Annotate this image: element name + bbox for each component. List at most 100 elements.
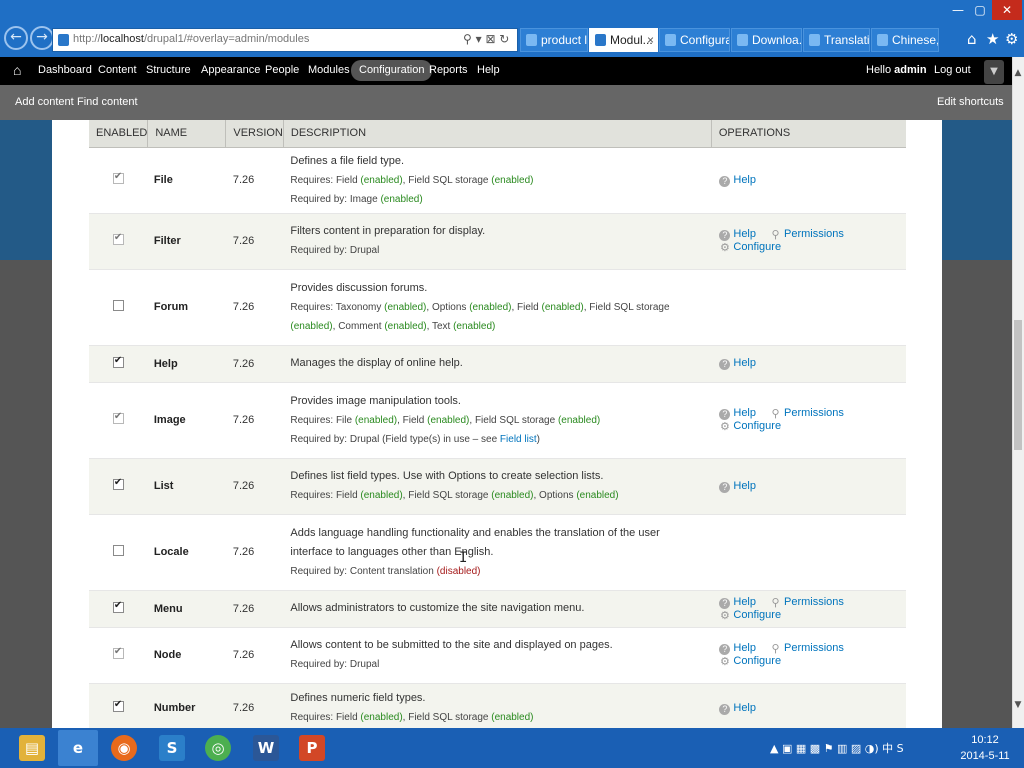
status-enabled: (enabled) xyxy=(491,174,534,186)
help-link[interactable]: ? Help xyxy=(719,642,756,655)
description-text: Provides discussion forums. xyxy=(290,281,428,294)
favorites-icon[interactable]: ★ xyxy=(986,30,999,48)
tools-icon[interactable]: ⚙ xyxy=(1005,30,1018,48)
module-version: 7.26 xyxy=(225,514,284,591)
dependency-line: Required by: Drupal (Field type(s) in us… xyxy=(290,430,703,449)
module-row-image: Image7.26Provides image manipulation too… xyxy=(89,382,906,459)
file-explorer-icon[interactable]: ▤ xyxy=(12,730,52,766)
module-enabled-checkbox[interactable] xyxy=(112,411,124,424)
help-link[interactable]: ? Help xyxy=(719,228,756,241)
permissions-link[interactable]: ⚲ Permissions xyxy=(770,407,843,420)
forward-button[interactable]: → xyxy=(30,26,54,50)
help-link[interactable]: ? Help xyxy=(719,480,756,493)
tab-favicon-icon xyxy=(665,34,676,46)
module-enabled-checkbox[interactable] xyxy=(112,355,124,368)
toolbar-reports[interactable]: Reports xyxy=(429,64,468,76)
toolbar-appearance[interactable]: Appearance xyxy=(201,64,260,76)
module-enabled-checkbox[interactable] xyxy=(112,171,124,184)
module-description: Manages the display of online help. xyxy=(283,345,712,383)
module-enabled-checkbox[interactable] xyxy=(112,545,124,556)
configure-link[interactable]: ⚙ Configure xyxy=(719,655,781,668)
status-enabled: (enabled) xyxy=(360,174,403,186)
status-enabled: (enabled) xyxy=(384,320,427,332)
toolbar-content[interactable]: Content xyxy=(98,64,137,76)
address-controls[interactable]: ⚲ ▾ ⊠ ↻ xyxy=(463,32,509,46)
restore-button[interactable]: ▢ xyxy=(968,0,992,20)
toolbar-modules[interactable]: Modules xyxy=(308,64,350,76)
status-enabled: (enabled) xyxy=(453,320,496,332)
description-text: Provides image manipulation tools. xyxy=(290,394,461,407)
home-icon[interactable]: ⌂ xyxy=(967,30,977,48)
word-icon[interactable]: W xyxy=(246,730,286,766)
help-icon: ? xyxy=(719,409,731,420)
dependency-line: Requires: Field (enabled), Field SQL sto… xyxy=(290,486,703,505)
dependency-text: Required by: Image xyxy=(290,193,381,205)
app-glyph: W xyxy=(253,735,279,761)
hello-text: Hello admin xyxy=(866,64,927,76)
dependency-line: Requires: Field (enabled), Field SQL sto… xyxy=(290,708,703,727)
help-link[interactable]: ? Help xyxy=(719,596,756,609)
configure-link[interactable]: ⚙ Configure xyxy=(719,420,781,433)
shortcut-find-content[interactable]: Find content xyxy=(77,96,138,108)
help-link[interactable]: ? Help xyxy=(719,702,756,715)
shortcut-add-content[interactable]: Add content xyxy=(15,96,74,108)
browser-tab[interactable]: Configura... xyxy=(659,28,730,52)
help-link[interactable]: ? Help xyxy=(719,407,756,420)
clock[interactable]: 10:12 2014-5-11 xyxy=(955,732,1015,764)
logout-link[interactable]: Log out xyxy=(934,64,971,76)
module-enabled-checkbox[interactable] xyxy=(112,600,124,613)
status-enabled: (enabled) xyxy=(384,301,427,313)
toolbar-structure[interactable]: Structure xyxy=(146,64,191,76)
field-list-link[interactable]: Field list xyxy=(500,434,537,445)
tab-label: Downloa... xyxy=(752,33,802,47)
module-enabled-checkbox[interactable] xyxy=(112,232,124,245)
browser-tab[interactable]: Downloa... xyxy=(731,28,802,52)
chrome-icon[interactable]: ◎ xyxy=(198,730,238,766)
toolbar-configuration[interactable]: Configuration xyxy=(351,60,433,81)
module-enabled-checkbox[interactable] xyxy=(112,699,124,712)
internet-explorer-icon[interactable]: e xyxy=(58,730,98,766)
browser-tab[interactable]: Translatio... xyxy=(803,28,870,52)
toolbar-people[interactable]: People xyxy=(265,64,299,76)
toolbar-dashboard[interactable]: Dashboard xyxy=(38,64,92,76)
browser-tab[interactable]: Modul... × xyxy=(589,28,658,52)
edit-shortcuts-link[interactable]: Edit shortcuts xyxy=(937,96,1004,108)
system-tray[interactable]: ▲ ▣ ▦ ▩ ⚑ ▥ ▨ ◑) 中 S xyxy=(770,740,904,756)
app-glyph: S xyxy=(159,735,185,761)
operation-label: Help xyxy=(733,173,756,186)
username[interactable]: admin xyxy=(894,64,926,76)
help-link[interactable]: ? Help xyxy=(719,357,756,370)
enabled-cell xyxy=(89,590,148,628)
home-icon[interactable]: ⌂ xyxy=(13,62,21,78)
module-enabled-checkbox[interactable] xyxy=(112,646,124,659)
module-row-list: List7.26 Defines list field types. Use wi… xyxy=(89,458,906,515)
browser-tab[interactable]: Chinese, ... xyxy=(871,28,939,52)
module-enabled-checkbox[interactable] xyxy=(112,477,124,490)
gear-icon: ⚙ xyxy=(719,609,730,622)
permissions-link[interactable]: ⚲ Permissions xyxy=(770,596,843,609)
search-app-icon[interactable]: S xyxy=(152,730,192,766)
module-enabled-checkbox[interactable] xyxy=(112,300,124,311)
help-link[interactable]: ? Help xyxy=(719,173,756,187)
toolbar-toggle-button[interactable]: ▼ xyxy=(984,60,1004,84)
powerpoint-icon[interactable]: P xyxy=(292,730,332,766)
scroll-up-icon[interactable]: ▲ xyxy=(1012,68,1024,82)
address-bar[interactable]: http://localhost/drupal1/#overlay=admin/… xyxy=(52,28,518,52)
tab-close-icon[interactable]: × xyxy=(647,33,654,47)
browser-tab[interactable]: product li... xyxy=(520,28,588,52)
configure-link[interactable]: ⚙ Configure xyxy=(719,241,781,254)
scroll-down-icon[interactable]: ▼ xyxy=(1012,700,1024,714)
description-text: Manages the display of online help. xyxy=(290,357,463,369)
app-glyph: e xyxy=(65,735,91,761)
back-button[interactable]: ← xyxy=(4,26,28,50)
dependency-text: Requires: Field xyxy=(290,490,361,501)
permissions-link[interactable]: ⚲ Permissions xyxy=(770,228,843,241)
scrollbar-thumb[interactable] xyxy=(1014,320,1022,450)
close-window-button[interactable]: ✕ xyxy=(992,0,1022,20)
minimize-button[interactable]: — xyxy=(946,0,970,20)
toolbar-help[interactable]: Help xyxy=(477,64,500,76)
tab-favicon-icon xyxy=(809,34,820,46)
firefox-icon[interactable]: ◉ xyxy=(104,730,144,766)
configure-link[interactable]: ⚙ Configure xyxy=(719,609,781,622)
permissions-link[interactable]: ⚲ Permissions xyxy=(770,642,843,655)
